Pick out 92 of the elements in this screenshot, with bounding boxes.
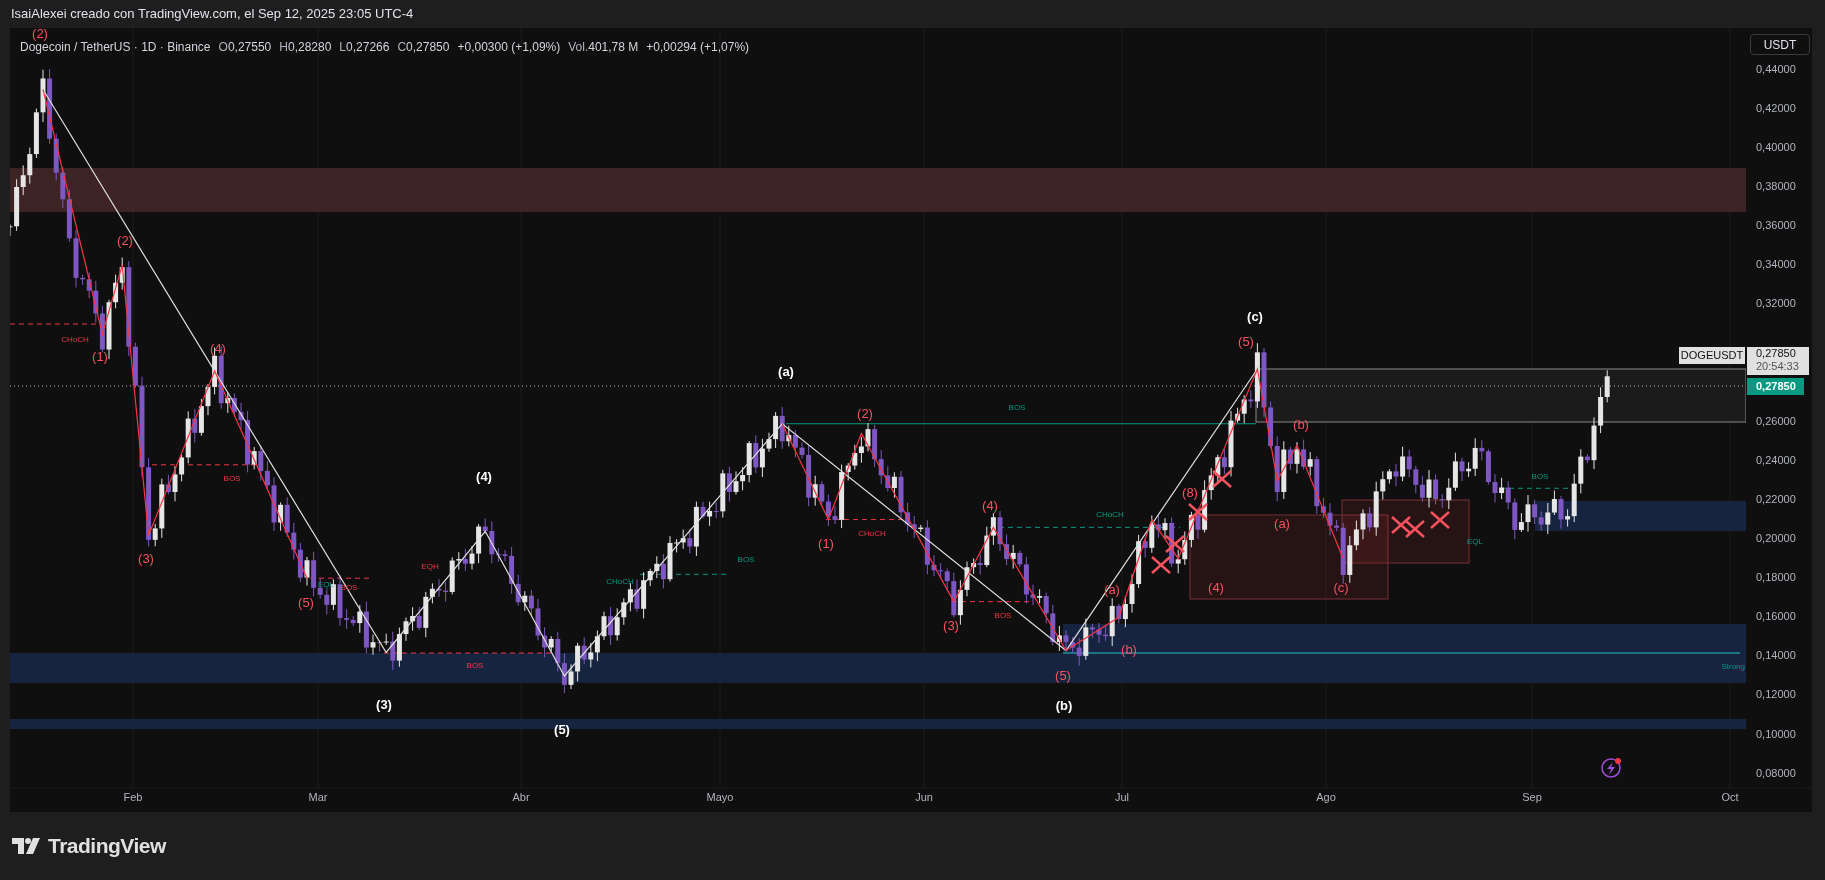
volume-value: 401,78 M [588,39,639,56]
price-axis-label: 0,38000 [1756,180,1796,193]
price-axis-label: 0,34000 [1756,258,1796,271]
time-axis-label: Mayo [706,790,734,803]
last-price-label: 0,27850 [1747,378,1804,395]
wave-label: (b) [1121,642,1137,658]
chart-title: IsaiAlexei creado con TradingView.com, el Sep 12, 2025 23:05 UTC-4 [11,5,414,24]
price-axis-label: 0,40000 [1756,141,1796,153]
price-axis-label: 0,22000 [1756,492,1796,505]
price-axis-label: 0,42000 [1756,101,1796,114]
ohlc-value: 0,27550 [227,39,272,56]
cross-mark-icon [1212,470,1232,488]
wave-label: (b) [1055,698,1073,714]
wave-label: (4) [210,341,226,357]
price-axis-label: 0,16000 [1756,610,1796,623]
time-axis-label: Jun [915,790,933,803]
wave-label: (3) [138,551,154,567]
price-axis-label: 0,18000 [1756,571,1796,584]
structure-label: CHoCH [61,335,89,345]
wave-label: (8) [1182,485,1198,501]
price-axis-label: 0,32000 [1756,297,1796,310]
price-axis-label: 0,14000 [1756,649,1796,662]
structure-label: CHoCH [858,529,886,539]
structure-label: BOS [466,661,484,671]
ohlc-label: L [339,39,347,56]
symbol-label: DOGEUSDT [1679,347,1745,364]
cross-mark-icon [1405,520,1425,538]
wave-label: (4) [476,469,492,485]
wave-label: (3) [376,697,392,713]
ohlc-value: 0,27850 [406,39,450,56]
volume-change: +0,00294 (+1,07%) [646,39,750,56]
price-axis-label: 0,24000 [1756,453,1796,466]
wave-label: (a) [1274,516,1290,532]
alert-icon [1601,758,1621,778]
wave-label: (2) [857,406,873,422]
volume-label: Vol. [568,39,589,56]
structure-label: BOS [1008,403,1026,413]
cross-mark-icon [1151,556,1171,574]
ohlc-label: C [397,39,407,56]
price-axis-label: 0,12000 [1756,688,1796,701]
ohlc-value: 0,27266 [346,39,390,56]
currency-button[interactable]: USDT [1750,34,1810,55]
structure-label: CHoCH [606,577,634,587]
wave-label: (5) [1238,334,1254,350]
time-axis-label: Oct [1721,790,1739,803]
wave-label: (5) [1055,668,1071,684]
wave-label: (b) [1293,417,1309,433]
cross-mark-icon [1188,503,1208,521]
price-axis-label: 0,20000 [1756,532,1796,544]
price-axis-label: 0,44000 [1756,62,1796,75]
structure-label: BOS [1531,472,1549,482]
wave-label: (1) [92,349,108,365]
wave-label: (c) [1333,580,1349,596]
structure-label: BOS [994,611,1012,621]
cross-mark-icon [1391,516,1411,534]
wave-label: (1) [818,536,834,552]
wave-label: (a) [778,364,794,380]
structure-label: Strong [1721,662,1745,672]
wave-label: (2) [117,233,133,249]
wave-label: (c) [1247,309,1263,325]
wave-label: (4) [1208,580,1224,596]
structure-label: BOS [737,555,755,565]
wave-label: (5) [298,595,314,611]
price-countdown-label: 0,27850 20:54:33 [1747,346,1809,375]
wave-label: (4) [982,498,998,514]
time-axis-label: Abr [512,790,530,803]
logo-icon [12,838,42,854]
price-axis-label: 0,10000 [1756,727,1796,740]
ohlc-label: H [279,39,288,56]
time-axis-label: Sep [1522,790,1542,803]
ohlc-label: O [218,39,228,56]
time-axis-label: Feb [123,790,143,803]
wave-label: (a) [1104,582,1120,598]
price-axis-label: 0,08000 [1756,766,1796,779]
structure-label: EQH [421,562,439,572]
ohlc-value: 0,28280 [287,39,332,56]
time-axis-label: Ago [1316,790,1336,803]
structure-label: BOS [223,474,241,484]
price-change: +0,00300 (+1,09%) [457,39,561,56]
structure-label: CHoCH [1096,510,1124,520]
time-axis-label: Jul [1114,790,1130,803]
price-axis-label: 0,26000 [1756,414,1796,427]
wave-label: (5) [554,722,570,738]
price-axis-label: 0,36000 [1756,219,1796,232]
wave-label: (2) [32,28,48,42]
wave-label: (3) [943,618,959,634]
cross-mark-icon [1165,535,1185,553]
logo-text: TradingView [48,833,166,860]
cross-mark-icon [1430,511,1450,529]
symbol-info: Dogecoin / TetherUS · 1D · Binance [20,40,211,56]
time-axis-label: Mar [308,790,328,803]
structure-label: EQL [1467,537,1483,547]
